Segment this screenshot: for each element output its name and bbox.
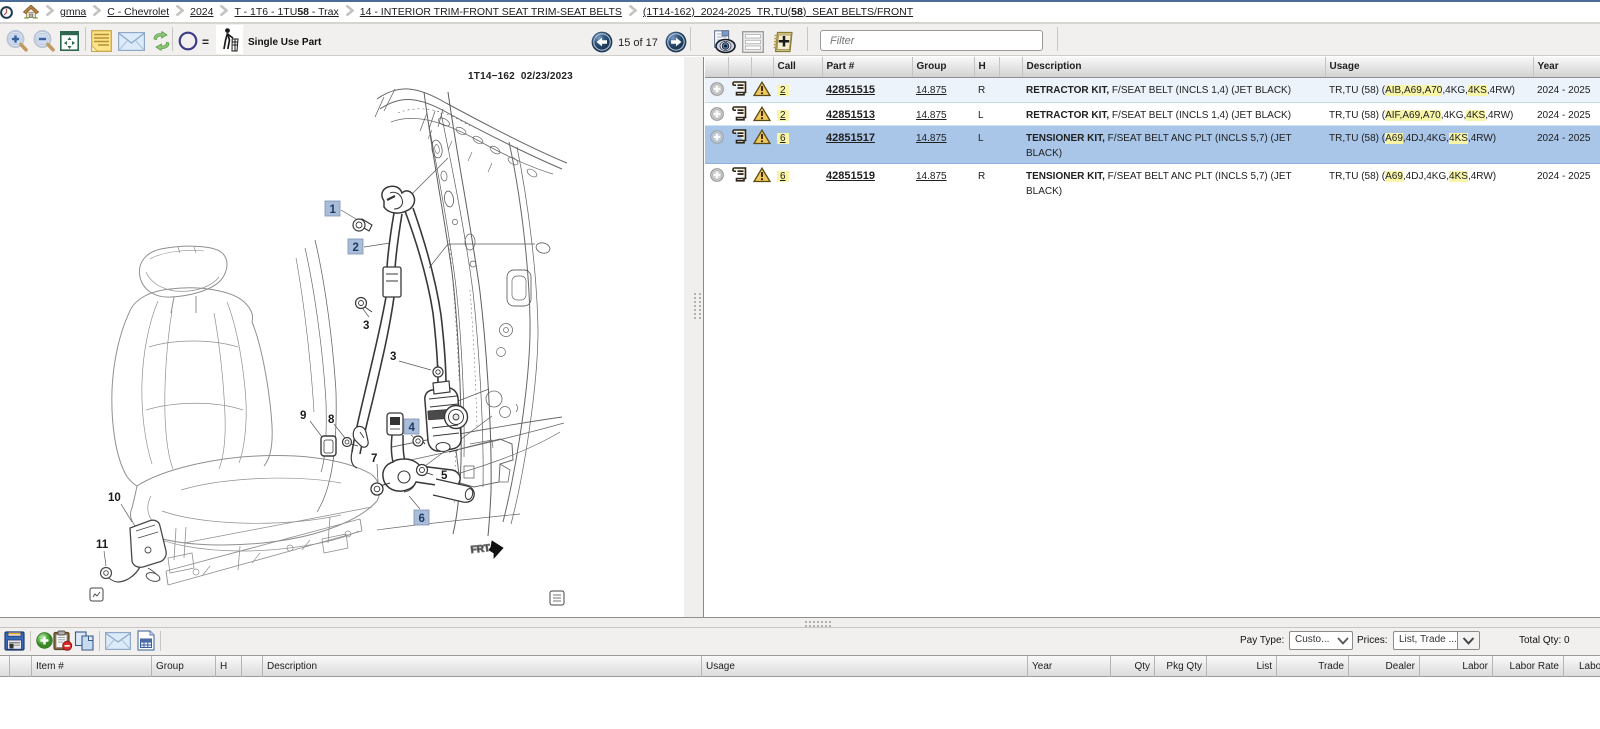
- svg-text:2: 2: [353, 242, 359, 254]
- svg-text:6: 6: [419, 513, 425, 525]
- svg-text:4: 4: [409, 422, 416, 434]
- svg-text:9: 9: [300, 410, 306, 422]
- svg-text:3: 3: [363, 320, 369, 332]
- svg-text:3: 3: [390, 351, 396, 363]
- svg-text:FRT: FRT: [470, 543, 490, 556]
- svg-text:1: 1: [330, 204, 337, 216]
- svg-text:10: 10: [108, 492, 121, 504]
- svg-text:8: 8: [328, 414, 335, 426]
- svg-text:7: 7: [371, 453, 377, 465]
- svg-text:5: 5: [441, 470, 448, 482]
- svg-text:11: 11: [96, 539, 109, 551]
